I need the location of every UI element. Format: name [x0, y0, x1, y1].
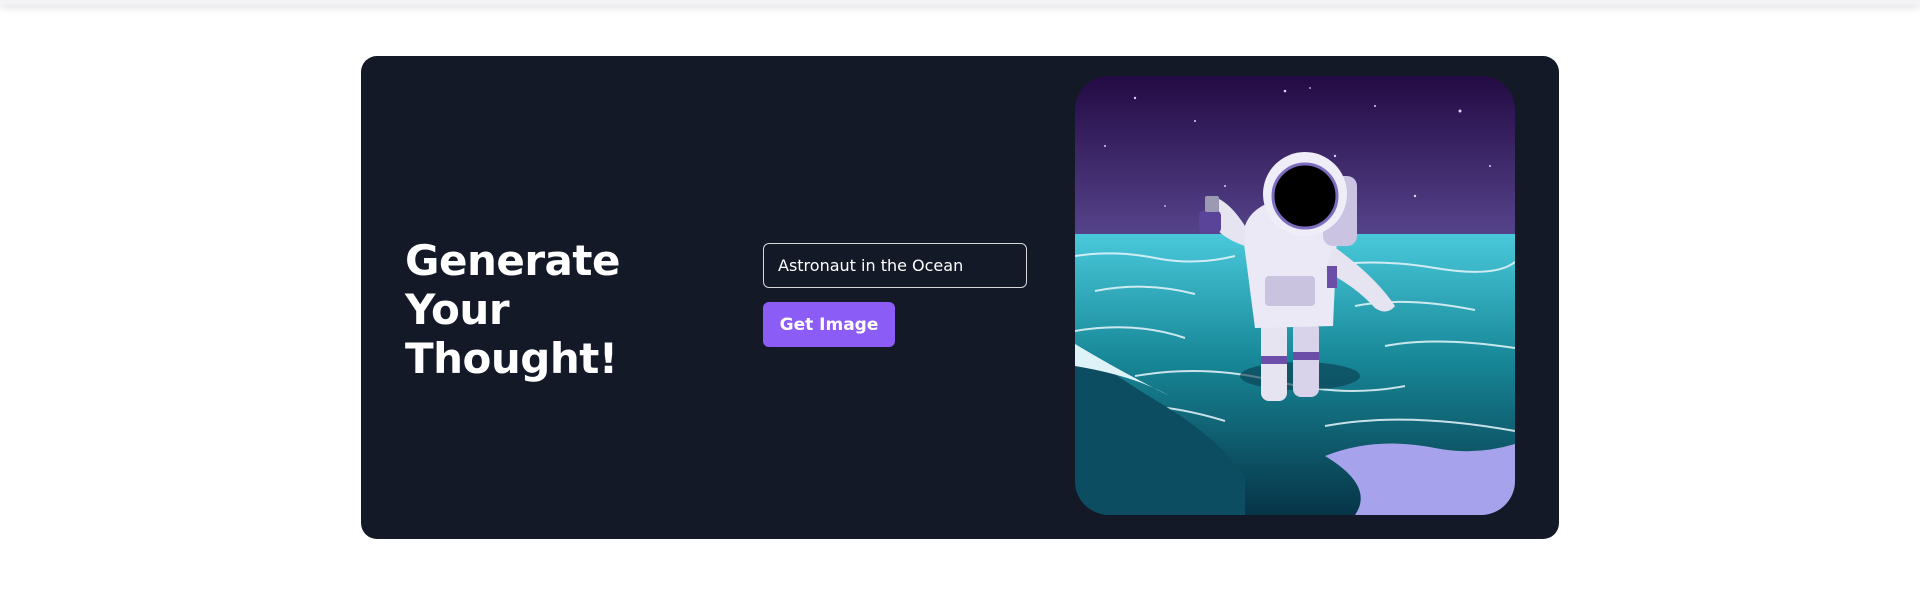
get-image-button[interactable]: Get Image	[763, 302, 895, 347]
generator-card: Generate Your Thought! Get Image	[361, 56, 1559, 539]
page-title-line-2: Thought!	[405, 334, 618, 383]
astronaut-ocean-illustration	[1075, 76, 1515, 515]
top-header-bar	[0, 0, 1920, 4]
page-title-line-1: Generate Your	[405, 236, 620, 334]
prompt-input[interactable]	[763, 243, 1027, 288]
generated-image	[1075, 76, 1515, 515]
page-title: Generate Your Thought!	[405, 236, 735, 383]
